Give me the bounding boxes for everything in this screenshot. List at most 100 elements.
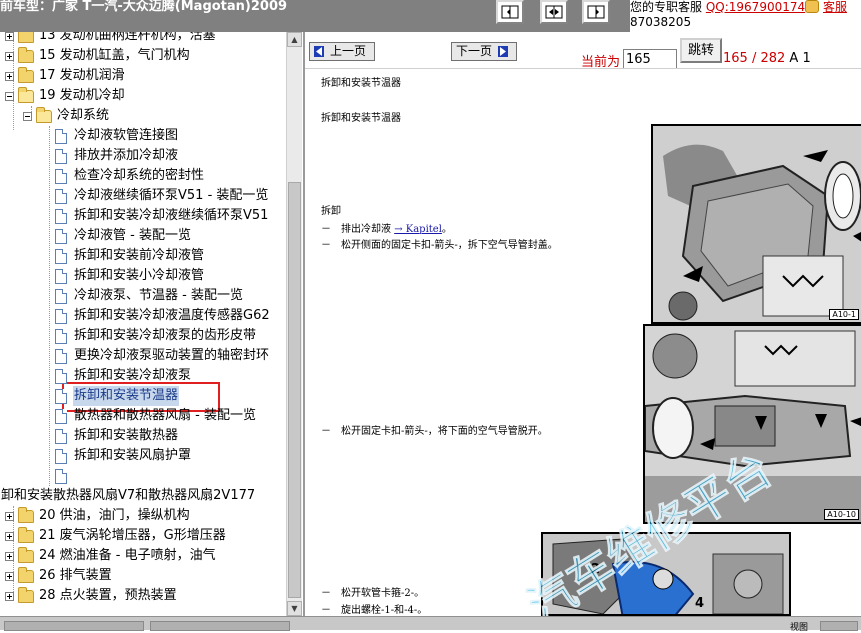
tree-doc-item[interactable] — [55, 466, 75, 486]
page-count: 165 / 282 A 1 — [723, 51, 811, 66]
expand-plus-icon[interactable] — [5, 551, 14, 561]
tree-doc-item[interactable]: 更换冷却液泵驱动装置的轴密封环 — [55, 346, 270, 366]
folder-icon — [18, 586, 34, 603]
tree-item-label: 拆卸和安装冷却液泵的齿形皮带 — [74, 328, 257, 343]
expand-plus-icon[interactable] — [5, 32, 14, 41]
folder-icon — [18, 506, 34, 523]
support-line2: 87038205 — [630, 15, 692, 29]
doc-step-5: － 旋出螺栓-1-和-4-。 — [321, 605, 428, 616]
expand-plus-icon[interactable] — [5, 71, 14, 81]
tree-doc-item[interactable]: 拆卸和安装小冷却液管 — [55, 266, 205, 286]
tree-folder-item[interactable]: 17 发动机润滑 — [5, 66, 126, 86]
tree-doc-item[interactable]: 检查冷却系统的密封性 — [55, 166, 205, 186]
page-number-input[interactable] — [623, 49, 677, 69]
document-icon — [55, 128, 67, 144]
document-icon — [55, 228, 67, 244]
tree-doc-item[interactable]: 排放并添加冷却液 — [55, 146, 179, 166]
qq-icon — [805, 0, 820, 13]
next-page-button[interactable]: 下一页 — [451, 42, 518, 61]
prev-page-button[interactable]: 上一页 — [309, 42, 376, 61]
document-icon — [55, 328, 67, 344]
document-icon — [55, 448, 67, 464]
status-bar: 视图 — [0, 616, 861, 633]
step-1-text: － 排出冷却液 — [321, 224, 391, 235]
tree-doc-item[interactable]: 拆卸和安装冷却液泵 — [55, 366, 192, 386]
tree-item-label: 21 废气涡轮增压器，G形增压器 — [39, 528, 226, 543]
folder-icon — [18, 32, 34, 43]
expand-plus-icon[interactable] — [5, 51, 14, 61]
tree-folder-item[interactable]: 20 供油，油门，操纵机构 — [5, 506, 191, 526]
tree-folder-item[interactable]: 28 点火装置，预热装置 — [5, 586, 178, 606]
tree-item-label: 13 发动机曲柄连杆机构，活塞 — [39, 32, 216, 43]
kapitel-link[interactable]: → Kapitel — [394, 224, 442, 235]
support-label: 您的专职客服 — [630, 0, 703, 14]
tree-item-label: 冷却液继续循环泵V51 - 装配一览 — [74, 188, 269, 203]
nav-next-button[interactable] — [582, 0, 610, 24]
support-qq2-link[interactable]: 客服 — [823, 0, 847, 14]
tree-doc-item[interactable]: 拆卸和安装冷却液泵的齿形皮带 — [55, 326, 257, 346]
nav-prev-button[interactable] — [496, 0, 524, 24]
collapse-minus-icon[interactable] — [5, 91, 14, 101]
tree-folder-item[interactable]: 26 排气装置 — [5, 566, 113, 586]
expand-plus-icon[interactable] — [5, 591, 14, 601]
left-arrow-icon — [314, 46, 324, 57]
tree-doc-item[interactable]: 冷却液管 - 装配一览 — [55, 226, 192, 246]
document-icon — [55, 348, 67, 364]
tree-folder-item[interactable]: 19 发动机冷却 — [5, 86, 126, 106]
tree-doc-item[interactable]: 拆卸和安装节温器 — [55, 386, 180, 406]
doc-step-4: － 松开软管卡箍-2-。 — [321, 588, 425, 599]
tree-doc-item[interactable]: 拆卸和安装冷却液温度传感器G62 — [55, 306, 271, 326]
tree-item-label: 检查冷却系统的密封性 — [74, 168, 205, 183]
folder-open-icon — [36, 106, 52, 123]
figure2-code: A10-10 — [824, 509, 859, 520]
page-suffix: A 1 — [789, 51, 811, 66]
tree-doc-item[interactable]: 拆卸和安装风扇护罩 — [55, 446, 192, 466]
next-page-label: 下一页 — [456, 44, 493, 58]
tree-scrollbar[interactable]: ▲ ▼ — [286, 32, 302, 616]
expand-plus-icon[interactable] — [5, 531, 14, 541]
figure1-code: A10-1 — [829, 309, 859, 320]
tree-folder-item[interactable]: 冷却系统 — [23, 106, 110, 126]
right-arrow-icon — [498, 46, 509, 57]
tree-item-label: 拆卸和安装前冷却液管 — [74, 248, 205, 263]
tree-item-label: 拆卸和安装小冷却液管 — [74, 268, 205, 283]
doc-step-3: － 松开固定卡扣-箭头-，将下面的空气导管脱开。 — [321, 426, 548, 437]
tree-text-item[interactable]: 卸和安装散热器风扇V7和散热器风扇2V177 — [0, 486, 256, 506]
figure-air-duct-cover: A10-1 — [651, 124, 861, 324]
tree-item-label: 卸和安装散热器风扇V7和散热器风扇2V177 — [1, 488, 256, 503]
scroll-down-icon[interactable]: ▼ — [287, 601, 302, 616]
collapse-minus-icon[interactable] — [23, 111, 32, 121]
jump-button[interactable]: 跳转 — [680, 38, 722, 63]
tree-folder-item[interactable]: 15 发动机缸盖，气门机构 — [5, 46, 191, 66]
tree-folder-item[interactable]: 21 废气涡轮增压器，G形增压器 — [5, 526, 227, 546]
expand-plus-icon[interactable] — [5, 571, 14, 581]
scrollbar-thumb[interactable] — [288, 182, 301, 598]
tree-folder-item[interactable]: 24 燃油准备 - 电子喷射，油气 — [5, 546, 217, 566]
document-icon — [55, 208, 67, 224]
tree-item-label: 28 点火装置，预热装置 — [39, 588, 177, 603]
tree-item-label: 更换冷却液泵驱动装置的轴密封环 — [74, 348, 270, 363]
tree-doc-item[interactable]: 拆卸和安装冷却液继续循环泵V51 — [55, 206, 269, 226]
figure3-label-2: 2 — [591, 562, 601, 577]
expand-plus-icon[interactable] — [5, 511, 14, 521]
tree-doc-item[interactable]: 冷却液继续循环泵V51 - 装配一览 — [55, 186, 269, 206]
tree-item-label: 散热器和散热器风扇 - 装配一览 — [74, 408, 256, 423]
page-toolbar: 上一页 下一页 当前为 跳转 165 / 282 A 1 — [305, 32, 861, 70]
tree-doc-item[interactable]: 散热器和散热器风扇 - 装配一览 — [55, 406, 257, 426]
document-icon — [55, 468, 67, 484]
tree-doc-item[interactable]: 拆卸和安装前冷却液管 — [55, 246, 205, 266]
document-icon — [55, 168, 67, 184]
scroll-up-icon[interactable]: ▲ — [287, 32, 302, 47]
support-qq-link[interactable]: QQ:1967900174 — [706, 0, 805, 14]
document-icon — [55, 308, 67, 324]
tree-doc-item[interactable]: 冷却液软管连接图 — [55, 126, 179, 146]
doc-step-1: － 排出冷却液 → Kapitel。 — [321, 220, 452, 235]
tree-doc-item[interactable]: 冷却液泵、节温器 - 装配一览 — [55, 286, 244, 306]
tree-doc-item[interactable]: 拆卸和安装散热器 — [55, 426, 179, 446]
nav-split-button[interactable] — [540, 0, 568, 24]
tree-item-label: 冷却液泵、节温器 - 装配一览 — [74, 288, 243, 303]
nav-split-icon — [545, 5, 563, 19]
folder-icon — [18, 526, 34, 543]
document-viewer: 上一页 下一页 当前为 跳转 165 / 282 A 1 拆卸和安装节温器 拆卸… — [303, 32, 861, 616]
tree-folder-item[interactable]: 13 发动机曲柄连杆机构，活塞 — [5, 32, 217, 46]
